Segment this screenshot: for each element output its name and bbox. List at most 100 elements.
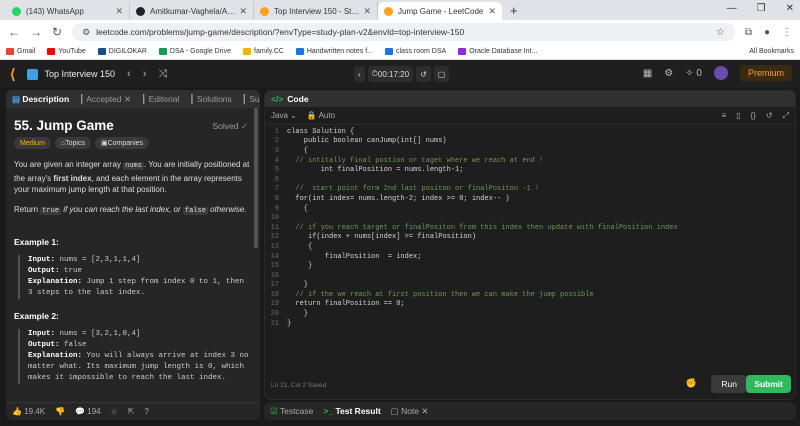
- code-line[interactable]: 18 // if the we reach at first position …: [265, 290, 795, 300]
- tab-accepted[interactable]: ┃ Accepted ✕: [79, 94, 131, 105]
- tab-submissions[interactable]: ┃ Subm: [242, 94, 260, 105]
- code-line[interactable]: 6: [265, 175, 795, 185]
- close-icon[interactable]: ✕: [115, 6, 123, 17]
- url-input[interactable]: ⚙ leetcode.com/problems/jump-game/descri…: [72, 23, 735, 41]
- back-icon[interactable]: ←: [8, 25, 20, 39]
- reload-icon[interactable]: ↻: [52, 25, 62, 39]
- bookmark-digilokar[interactable]: DIGILOKAR: [97, 48, 147, 55]
- language-select[interactable]: Java ⌄: [271, 111, 297, 120]
- share-icon[interactable]: ⇱: [128, 407, 135, 416]
- browser-tab-study-plan[interactable]: Top Interview 150 - Study Plan ✕: [254, 2, 378, 20]
- code-editor[interactable]: 1 class Solution {2 public boolean canJum…: [265, 127, 795, 328]
- code-line[interactable]: 12 if(index + nums[index] >= finalPositi…: [265, 233, 795, 243]
- run-button[interactable]: Run: [711, 375, 747, 393]
- tab-test-result[interactable]: >_ Test Result: [323, 406, 380, 416]
- tab-testcase[interactable]: ☑ Testcase: [270, 406, 313, 417]
- problem-nav: ‹ › ⤨: [127, 68, 167, 81]
- difficulty-badge[interactable]: Medium: [14, 137, 51, 149]
- close-icon[interactable]: ✕: [488, 6, 496, 17]
- comments-button[interactable]: 💬 194: [75, 407, 101, 416]
- site-info-icon[interactable]: ⚙: [82, 27, 90, 38]
- code-line[interactable]: 21}: [265, 319, 795, 329]
- code-line[interactable]: 17 }: [265, 281, 795, 291]
- minimize-icon[interactable]: —: [727, 3, 737, 14]
- extensions-icon[interactable]: ⧉: [745, 27, 752, 38]
- study-plan-link[interactable]: Top Interview 150: [27, 68, 115, 80]
- code-line[interactable]: 11 // if you reach target or finalPosito…: [265, 223, 795, 233]
- browser-tab-whatsapp[interactable]: (143) WhatsApp ✕: [6, 2, 130, 20]
- dislike-icon[interactable]: 👎: [55, 407, 65, 416]
- code-line[interactable]: 9 {: [265, 204, 795, 214]
- bookmark-star-icon[interactable]: ☆: [716, 27, 725, 38]
- code-line[interactable]: 3 {: [265, 146, 795, 156]
- favorite-icon[interactable]: ☆: [111, 407, 118, 416]
- code-tab[interactable]: </> Code: [265, 91, 795, 107]
- prev-problem-icon[interactable]: ‹: [127, 68, 131, 81]
- maximize-icon[interactable]: ❐: [757, 3, 766, 14]
- format-icon[interactable]: ≡: [721, 111, 726, 121]
- forward-icon[interactable]: →: [30, 25, 42, 39]
- description-scrollbar[interactable]: [254, 108, 258, 248]
- topics-badge[interactable]: ⌂ Topics: [54, 137, 91, 149]
- code-line[interactable]: 2 public boolean canJump(int[] nums): [265, 137, 795, 147]
- code-line[interactable]: 13 {: [265, 242, 795, 252]
- menu-icon[interactable]: ⋮: [782, 27, 792, 38]
- shuffle-icon[interactable]: ⤨: [158, 68, 167, 81]
- tab-editorial[interactable]: ┃ Editorial: [141, 94, 179, 105]
- code-line[interactable]: 7 // start point form 2nd last positon o…: [265, 185, 795, 195]
- bookmark-classroom[interactable]: class room DSA: [385, 48, 446, 55]
- code-line[interactable]: 16: [265, 271, 795, 281]
- timer-collapse-icon[interactable]: ‹: [354, 66, 365, 82]
- code-line[interactable]: 19 return finalPosition == 0;: [265, 300, 795, 310]
- close-icon[interactable]: ✕: [239, 6, 247, 17]
- bookmark-icon[interactable]: ▯: [736, 111, 740, 121]
- code-line[interactable]: 1 class Solution {: [265, 127, 795, 137]
- browser-tab-github[interactable]: Amitkumar-Vaghela/AutoResu ✕: [130, 2, 254, 20]
- all-bookmarks[interactable]: All Bookmarks: [745, 48, 794, 55]
- line-number: 4: [274, 156, 279, 165]
- code-line[interactable]: 5 int finalPosition = nums.length-1;: [265, 165, 795, 175]
- code-line[interactable]: 20 }: [265, 309, 795, 319]
- premium-button[interactable]: Premium: [739, 65, 792, 81]
- line-number: 18: [270, 290, 279, 299]
- submit-button[interactable]: Submit: [746, 375, 791, 393]
- code-line[interactable]: 4 // intitally final postion or taget wh…: [265, 156, 795, 166]
- close-window-icon[interactable]: ✕: [786, 3, 794, 14]
- fullscreen-icon[interactable]: ⤢: [783, 111, 789, 121]
- code-line[interactable]: 10: [265, 213, 795, 223]
- tab-note[interactable]: ▢ Note ✕: [391, 406, 429, 417]
- settings-icon[interactable]: ⚙: [664, 68, 673, 79]
- auto-toggle[interactable]: 🔒 Auto: [307, 111, 335, 120]
- code-line[interactable]: 15 }: [265, 261, 795, 271]
- bookmark-family[interactable]: family.CC: [243, 48, 284, 55]
- braces-icon[interactable]: {}: [751, 111, 756, 121]
- tab-description[interactable]: ▤ Description: [12, 94, 69, 105]
- code-line[interactable]: 14 finalPosition = index;: [265, 252, 795, 262]
- bookmark-youtube[interactable]: YouTube: [47, 48, 86, 55]
- code-text: for(int index= nums.length-2; index >= 0…: [287, 194, 510, 203]
- code-line[interactable]: 8 for(int index= nums.length-2; index >=…: [265, 194, 795, 204]
- companies-badge[interactable]: ▣ Companies: [94, 137, 150, 149]
- profile-icon[interactable]: ●: [764, 27, 770, 38]
- layout-icon[interactable]: ▦: [643, 68, 652, 79]
- new-tab-button[interactable]: +: [510, 3, 518, 18]
- bookmark-gmail[interactable]: Gmail: [6, 48, 35, 55]
- leetcode-logo-icon[interactable]: ⟨: [10, 66, 15, 83]
- browser-tab-jump-game[interactable]: Jump Game - LeetCode ✕: [378, 2, 502, 20]
- like-button[interactable]: 👍 19.4K: [12, 407, 45, 416]
- avatar[interactable]: [713, 66, 728, 80]
- timer[interactable]: ⏱ 00:17:20: [367, 66, 414, 82]
- bookmark-handwritten[interactable]: Handwritten notes f...: [295, 48, 373, 55]
- whiteboard-icon[interactable]: ▢: [433, 66, 450, 82]
- reset-timer-icon[interactable]: ↺: [416, 66, 431, 82]
- close-icon[interactable]: ✕: [363, 6, 371, 17]
- example-2-heading: Example 2:: [14, 311, 59, 321]
- help-icon[interactable]: ?: [144, 407, 148, 416]
- next-problem-icon[interactable]: ›: [143, 68, 147, 81]
- bookmark-oracle[interactable]: Oracle Database Int...: [458, 48, 537, 55]
- coins[interactable]: ✧ 0: [685, 68, 702, 79]
- reset-code-icon[interactable]: ↺: [766, 111, 773, 121]
- debug-icon[interactable]: ✊: [686, 378, 697, 389]
- bookmark-dsa-drive[interactable]: DSA - Google Drive: [158, 48, 231, 55]
- tab-solutions[interactable]: ┃ Solutions: [189, 94, 231, 105]
